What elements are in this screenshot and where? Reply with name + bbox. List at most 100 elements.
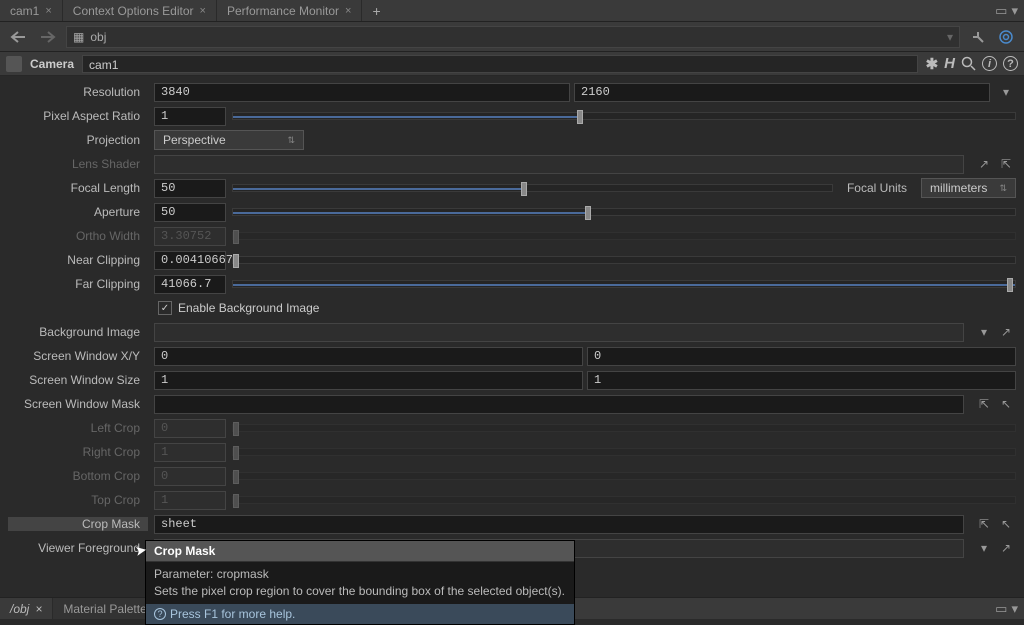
top-tab-performance-monitor[interactable]: Performance Monitor×: [217, 0, 362, 21]
jump-icon[interactable]: ⇱: [974, 515, 994, 533]
bottom-crop-label: Bottom Crop: [8, 469, 148, 483]
parameter-tooltip: Crop Mask Parameter: cropmask Sets the p…: [145, 540, 575, 625]
node-icon: ▦: [73, 30, 84, 44]
tooltip-description: Sets the pixel crop region to cover the …: [154, 583, 566, 600]
near-clipping-input[interactable]: 0.00410667: [154, 251, 226, 270]
chevron-updown-icon: ⇅: [287, 135, 295, 146]
bottom-tab-obj[interactable]: /obj×: [0, 598, 53, 619]
add-tab-button[interactable]: +: [362, 0, 390, 22]
ortho-width-input: 3.30752: [154, 227, 226, 246]
focal-length-input[interactable]: 50: [154, 179, 226, 198]
minimize-icon[interactable]: ▭: [995, 601, 1007, 617]
gear-icon[interactable]: ✱: [926, 55, 939, 73]
camera-node-icon: [6, 56, 22, 72]
mouse-cursor-icon: ➤: [134, 541, 149, 560]
forward-button[interactable]: [36, 26, 60, 48]
viewer-foreground-label: Viewer Foreground: [8, 541, 148, 555]
bg-image-label: Background Image: [8, 325, 148, 339]
far-clipping-input[interactable]: 41066.7: [154, 275, 226, 294]
tooltip-help-text: Press F1 for more help.: [170, 607, 295, 621]
back-button[interactable]: [6, 26, 30, 48]
pixel-aspect-label: Pixel Aspect Ratio: [8, 109, 148, 123]
search-icon[interactable]: [961, 56, 976, 71]
far-clipping-slider[interactable]: [232, 280, 1016, 288]
crop-mask-input[interactable]: sheet: [154, 515, 964, 534]
focal-units-dropdown[interactable]: millimeters⇅: [921, 178, 1016, 198]
close-icon[interactable]: ×: [45, 5, 51, 17]
ortho-width-slider: [232, 232, 1016, 240]
projection-label: Projection: [8, 133, 148, 147]
crop-mask-label: Crop Mask: [8, 517, 148, 531]
chevron-updown-icon: ⇅: [999, 183, 1007, 194]
jump-icon[interactable]: ⇱: [974, 395, 994, 413]
path-input[interactable]: ▦ obj ▾: [66, 26, 960, 48]
ortho-width-label: Ortho Width: [8, 229, 148, 243]
right-crop-slider: [232, 448, 1016, 456]
chevron-down-icon[interactable]: ▾: [974, 323, 994, 341]
expand-icon[interactable]: ▾: [1011, 601, 1018, 617]
chevron-down-icon[interactable]: ▾: [974, 539, 994, 557]
screen-window-mask-input[interactable]: [154, 395, 964, 414]
houdini-icon[interactable]: H: [944, 55, 955, 72]
pointer-icon[interactable]: ↖: [996, 395, 1016, 413]
near-clipping-slider[interactable]: [232, 256, 1016, 264]
enable-bg-checkbox[interactable]: ✓ Enable Background Image: [154, 301, 319, 315]
tooltip-parameter: Parameter: cropmask: [154, 566, 566, 583]
screen-window-size-label: Screen Window Size: [8, 373, 148, 387]
left-crop-label: Left Crop: [8, 421, 148, 435]
help-icon: ?: [154, 608, 166, 620]
file-chooser-icon[interactable]: ↗: [996, 539, 1016, 557]
top-crop-input: 1: [154, 491, 226, 510]
pixel-aspect-input[interactable]: 1: [154, 107, 226, 126]
pointer-icon[interactable]: ↖: [996, 515, 1016, 533]
screen-window-size-y-input[interactable]: 1: [587, 371, 1016, 390]
resolution-y-input[interactable]: 2160: [574, 83, 990, 102]
bg-image-input[interactable]: [154, 323, 964, 342]
resolution-x-input[interactable]: 3840: [154, 83, 570, 102]
target-button[interactable]: [994, 26, 1018, 48]
chevron-down-icon[interactable]: ▾: [947, 30, 953, 44]
pixel-aspect-slider[interactable]: [232, 112, 1016, 120]
top-tab-cam1[interactable]: cam1×: [0, 0, 63, 21]
top-crop-label: Top Crop: [8, 493, 148, 507]
top-tab-context-options[interactable]: Context Options Editor×: [63, 0, 217, 21]
projection-dropdown[interactable]: Perspective⇅: [154, 130, 304, 150]
operator-chooser-icon[interactable]: ↗: [974, 155, 994, 173]
file-chooser-icon[interactable]: ↗: [996, 323, 1016, 341]
close-icon[interactable]: ×: [35, 602, 42, 616]
close-icon[interactable]: ×: [200, 5, 206, 17]
screen-window-size-x-input[interactable]: 1: [154, 371, 583, 390]
resolution-label: Resolution: [8, 85, 148, 99]
left-crop-slider: [232, 424, 1016, 432]
pin-button[interactable]: [966, 26, 990, 48]
lens-shader-input: [154, 155, 964, 174]
aperture-input[interactable]: 50: [154, 203, 226, 222]
jump-icon[interactable]: ⇱: [996, 155, 1016, 173]
top-tab-bar: cam1× Context Options Editor× Performanc…: [0, 0, 1024, 22]
expand-icon[interactable]: ▾: [1011, 3, 1018, 19]
close-icon[interactable]: ×: [345, 5, 351, 17]
aperture-slider[interactable]: [232, 208, 1016, 216]
left-crop-input: 0: [154, 419, 226, 438]
minimize-icon[interactable]: ▭: [995, 3, 1007, 19]
screen-window-xy-label: Screen Window X/Y: [8, 349, 148, 363]
info-icon[interactable]: i: [982, 56, 997, 71]
menu-button[interactable]: ▾: [996, 83, 1016, 101]
bottom-tab-material-palette[interactable]: Material Palette: [53, 598, 157, 619]
top-crop-slider: [232, 496, 1016, 504]
screen-window-x-input[interactable]: 0: [154, 347, 583, 366]
screen-window-y-input[interactable]: 0: [587, 347, 1016, 366]
far-clipping-label: Far Clipping: [8, 277, 148, 291]
node-name-input[interactable]: cam1: [82, 55, 918, 73]
focal-length-label: Focal Length: [8, 181, 148, 195]
node-type-label: Camera: [30, 57, 74, 71]
screen-window-mask-label: Screen Window Mask: [8, 397, 148, 411]
focal-units-label: Focal Units: [839, 181, 915, 195]
right-crop-input: 1: [154, 443, 226, 462]
focal-length-slider[interactable]: [232, 184, 833, 192]
lens-shader-label: Lens Shader: [8, 157, 148, 171]
bottom-crop-input: 0: [154, 467, 226, 486]
parameter-panel: Resolution 3840 2160 ▾ Pixel Aspect Rati…: [0, 76, 1024, 560]
node-header: Camera cam1 ✱ H i ?: [0, 52, 1024, 76]
help-icon[interactable]: ?: [1003, 56, 1018, 71]
